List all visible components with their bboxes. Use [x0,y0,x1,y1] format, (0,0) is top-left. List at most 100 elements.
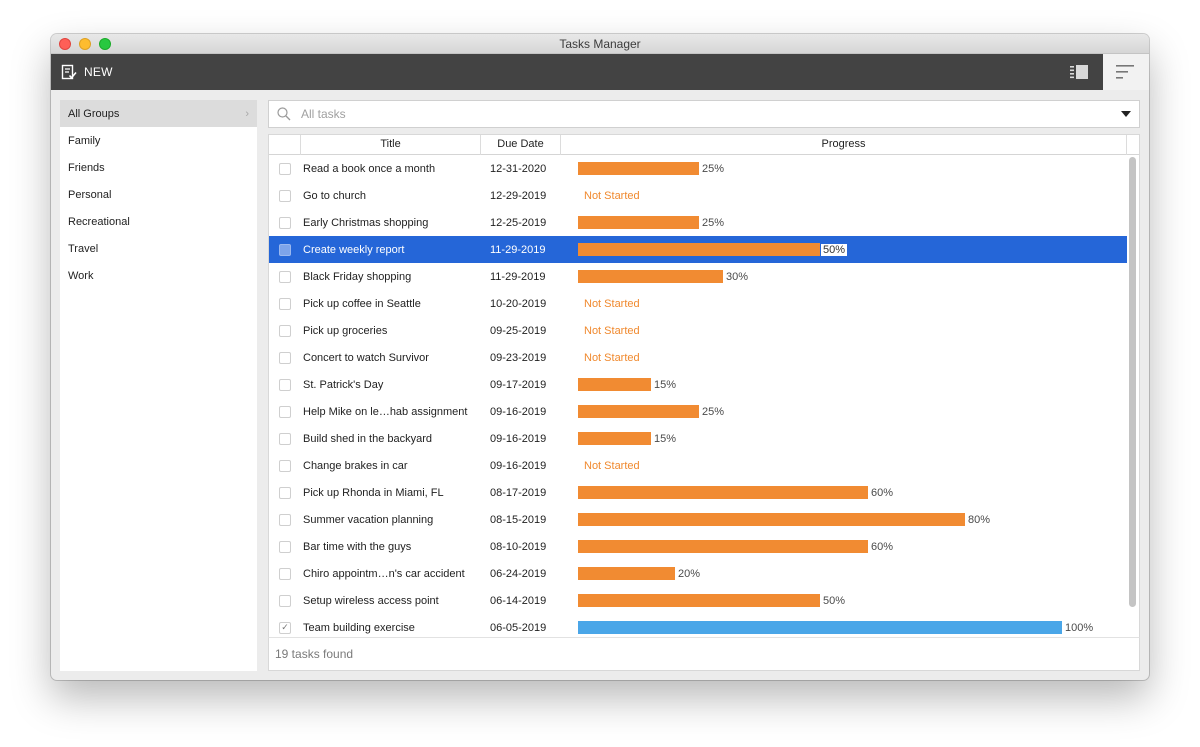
gantt-view-button[interactable] [1103,54,1149,90]
table-row[interactable]: ✓ Team building exercise 06-05-2019 100% [269,614,1127,637]
table-row[interactable]: Early Christmas shopping 12-25-2019 25% [269,209,1127,236]
table-row[interactable]: Summer vacation planning 08-15-2019 80% [269,506,1127,533]
sidebar-item-recreational[interactable]: Recreational [60,208,257,235]
task-progress: 25% [578,209,1118,236]
column-header-title[interactable]: Title [301,135,481,155]
task-title: Bar time with the guys [303,540,412,553]
task-checkbox[interactable] [279,486,291,499]
list-view-button[interactable] [1057,54,1101,90]
sidebar-item-label: Work [68,269,94,282]
task-checkbox[interactable] [279,216,291,229]
progress-bar [578,405,699,418]
vertical-scrollbar[interactable] [1129,157,1136,607]
task-progress: 60% [578,533,1118,560]
table-row[interactable]: St. Patrick's Day 09-17-2019 15% [269,371,1127,398]
task-checkbox[interactable] [279,513,291,526]
task-checkbox[interactable] [279,189,291,202]
progress-bar [578,378,651,391]
table-header: Title Due Date Progress [269,135,1139,155]
sidebar-item-personal[interactable]: Personal [60,181,257,208]
progress-bar [578,594,820,607]
table-row[interactable]: Pick up groceries 09-25-2019 Not Started [269,317,1127,344]
table-row[interactable]: Black Friday shopping 11-29-2019 30% [269,263,1127,290]
progress-percent: 20% [678,567,701,580]
task-progress: 25% [578,398,1118,425]
task-checkbox[interactable] [279,459,291,472]
search-input[interactable] [301,107,1101,121]
task-checkbox[interactable] [279,351,291,364]
task-progress: Not Started [578,452,1118,479]
table-row[interactable]: Pick up coffee in Seattle 10-20-2019 Not S… [269,290,1127,317]
progress-bar [578,621,1062,634]
progress-bar [578,513,965,526]
task-checkbox[interactable] [279,243,291,256]
tasks-count-status: 19 tasks found [275,647,354,661]
table-row[interactable]: Build shed in the backyard 09-16-2019 15% [269,425,1127,452]
zoom-window-button[interactable] [99,38,111,50]
table-row[interactable]: Setup wireless access point 06-14-2019 50% [269,587,1127,614]
task-checkbox[interactable] [279,594,291,607]
task-checkbox[interactable] [279,432,291,445]
not-started-label: Not Started [584,459,640,472]
task-progress: 50% [578,236,1118,263]
task-checkbox[interactable] [279,297,291,310]
not-started-label: Not Started [584,351,640,364]
table-row[interactable]: Read a book once a month 12-31-2020 25% [269,155,1127,182]
task-checkbox[interactable] [279,162,291,175]
progress-percent: 60% [871,540,894,553]
task-title: Concert to watch Survivor [303,351,429,364]
task-title: Early Christmas shopping [303,216,429,229]
column-header-progress[interactable]: Progress [561,135,1127,155]
progress-percent: 100% [1065,621,1094,634]
task-checkbox[interactable]: ✓ [279,621,291,634]
progress-percent: 80% [968,513,991,526]
task-checkbox[interactable] [279,324,291,337]
progress-bar [578,486,868,499]
task-checkbox[interactable] [279,378,291,391]
close-window-button[interactable] [59,38,71,50]
task-due-date: 12-31-2020 [490,162,547,175]
progress-percent: 60% [871,486,894,499]
table-row[interactable]: Pick up Rhonda in Miami, FL 08-17-2019 60% [269,479,1127,506]
minimize-window-button[interactable] [79,38,91,50]
task-progress: 80% [578,506,1118,533]
task-checkbox[interactable] [279,567,291,580]
progress-percent: 25% [702,405,725,418]
sidebar-item-label: Personal [68,188,112,201]
task-title: Pick up coffee in Seattle [303,297,421,310]
not-started-label: Not Started [584,297,640,310]
progress-bar [578,567,675,580]
table-row[interactable]: Concert to watch Survivor 09-23-2019 Not S… [269,344,1127,371]
tasks-panel: Title Due Date Progress Read a book once… [268,100,1140,671]
new-task-button[interactable]: NEW [59,60,115,84]
task-checkbox[interactable] [279,405,291,418]
progress-bar [578,432,651,445]
table-row[interactable]: Go to church 12-29-2019 Not Started [269,182,1127,209]
task-due-date: 09-25-2019 [490,324,547,337]
task-due-date: 11-29-2019 [490,243,546,256]
list-view-icon [1070,65,1088,79]
sidebar-item-friends[interactable]: Friends [60,154,257,181]
table-row[interactable]: Create weekly report 11-29-2019 50% [269,236,1127,263]
app-window: Tasks Manager NEW All Groups › Family Fr… [51,34,1149,680]
task-due-date: 08-15-2019 [490,513,547,526]
table-row[interactable]: Bar time with the guys 08-10-2019 60% [269,533,1127,560]
table-row[interactable]: Chiro appointm…n's car accident 06-24-201… [269,560,1127,587]
progress-percent: 25% [702,216,725,229]
sidebar-item-travel[interactable]: Travel [60,235,257,262]
task-checkbox[interactable] [279,270,291,283]
task-progress: 20% [578,560,1118,587]
filter-dropdown-arrow[interactable] [1121,111,1131,117]
sidebar-item-work[interactable]: Work [60,262,257,289]
sidebar-item-family[interactable]: Family [60,127,257,154]
task-due-date: 08-10-2019 [490,540,547,553]
content-area: All Groups › Family Friends Personal Recreati… [51,90,1149,680]
sidebar-item-all-groups[interactable]: All Groups › [60,100,257,127]
column-header-due-date[interactable]: Due Date [481,135,561,155]
table-row[interactable]: Change brakes in car 09-16-2019 Not Starte… [269,452,1127,479]
table-row[interactable]: Help Mike on le…hab assignment 09-16-2019… [269,398,1127,425]
task-checkbox[interactable] [279,540,291,553]
window-controls [59,38,111,50]
sidebar-item-label: All Groups [68,107,120,120]
task-progress: 100% [578,614,1118,637]
